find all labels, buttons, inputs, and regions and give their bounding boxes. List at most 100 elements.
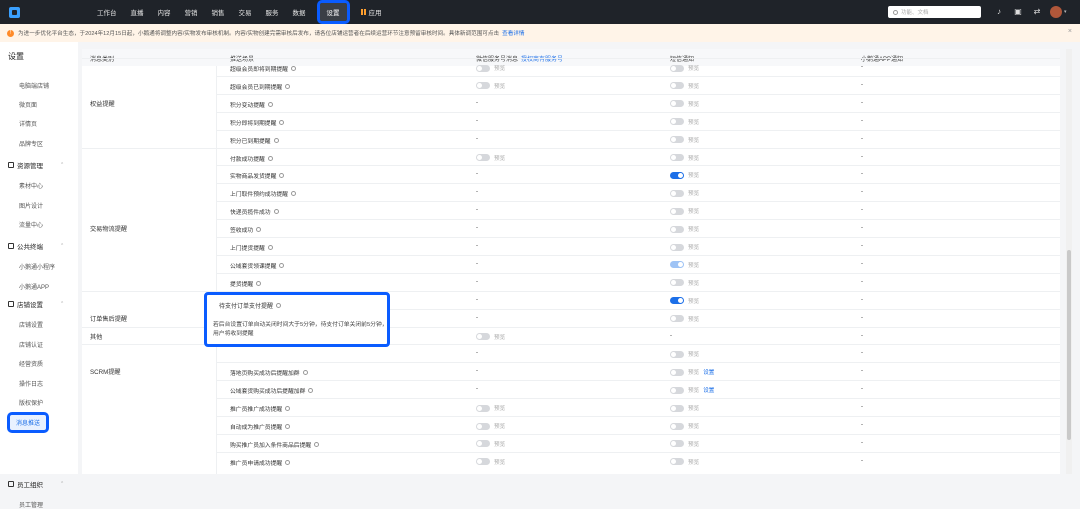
notice-details-link[interactable]: 查看详情 xyxy=(502,31,524,37)
chevron-up-icon[interactable]: ⌃ xyxy=(60,162,64,168)
nav-item[interactable]: 设置 xyxy=(316,0,350,24)
sms-toggle[interactable] xyxy=(670,422,684,430)
settings-link[interactable]: 设置 xyxy=(703,368,714,376)
info-icon[interactable] xyxy=(308,388,314,394)
info-icon[interactable] xyxy=(290,191,296,197)
preview-label[interactable]: 预览 xyxy=(494,404,505,412)
info-icon[interactable] xyxy=(267,155,273,161)
preview-label[interactable]: 预览 xyxy=(688,243,699,251)
preview-label[interactable]: 预览 xyxy=(688,440,699,448)
sms-toggle[interactable] xyxy=(670,225,684,233)
preview-label[interactable]: 预览 xyxy=(688,297,699,305)
wx-toggle[interactable] xyxy=(476,458,490,466)
sms-toggle[interactable] xyxy=(670,118,684,126)
sidebar-item[interactable]: 详情页 xyxy=(19,119,37,128)
info-icon[interactable] xyxy=(285,83,291,89)
sms-toggle[interactable] xyxy=(670,404,684,412)
preview-label[interactable]: 预览 xyxy=(688,279,699,287)
info-icon[interactable] xyxy=(273,209,279,215)
nav-item[interactable]: 数据 xyxy=(293,7,306,17)
info-icon[interactable] xyxy=(290,66,296,71)
info-icon[interactable] xyxy=(279,119,285,125)
sidebar-item[interactable]: 小鹅通APP xyxy=(19,282,49,291)
sidebar-group[interactable]: 公共终端 ⌃ xyxy=(8,241,64,251)
sms-toggle[interactable] xyxy=(670,297,684,305)
sms-toggle[interactable] xyxy=(670,261,684,269)
wx-toggle[interactable] xyxy=(476,82,490,90)
nav-item[interactable]: 销售 xyxy=(212,7,225,17)
chevron-up-icon[interactable]: ⌃ xyxy=(60,243,64,249)
sidebar-item[interactable]: 消息推送 xyxy=(6,411,50,433)
info-icon[interactable] xyxy=(256,280,262,286)
info-icon[interactable] xyxy=(302,370,308,376)
preview-label[interactable]: 预览 xyxy=(688,171,699,179)
sidebar-item[interactable]: 小鹅通小程序 xyxy=(19,262,55,271)
sidebar-item[interactable]: 微页面 xyxy=(19,100,37,109)
chevron-down-icon[interactable]: ▾ xyxy=(1064,9,1067,15)
sidebar-item[interactable]: 品牌专区 xyxy=(19,139,43,148)
preview-label[interactable]: 预览 xyxy=(688,136,699,144)
info-icon[interactable] xyxy=(314,441,320,447)
nav-item[interactable]: 交易 xyxy=(239,7,252,17)
preview-label[interactable]: 预览 xyxy=(494,333,505,341)
sms-toggle[interactable] xyxy=(670,136,684,144)
close-icon[interactable]: × xyxy=(1068,28,1072,35)
info-icon[interactable] xyxy=(273,137,279,143)
sms-toggle[interactable] xyxy=(670,82,684,90)
sms-toggle[interactable] xyxy=(670,243,684,251)
sidebar-group[interactable]: 店铺设置 ⌃ xyxy=(8,299,64,309)
preview-label[interactable]: 预览 xyxy=(688,386,699,394)
wx-toggle[interactable] xyxy=(476,404,490,412)
preview-label[interactable]: 预览 xyxy=(688,100,699,108)
sms-toggle[interactable] xyxy=(670,171,684,179)
sms-toggle[interactable] xyxy=(670,64,684,72)
preview-label[interactable]: 预览 xyxy=(688,118,699,126)
preview-label[interactable]: 预览 xyxy=(688,404,699,412)
sidebar-item[interactable]: 素材中心 xyxy=(19,181,43,190)
calendar-icon[interactable]: ▣ xyxy=(1013,7,1023,17)
preview-label[interactable]: 预览 xyxy=(688,261,699,269)
nav-item-apps[interactable]: 应用 xyxy=(360,7,382,17)
info-icon[interactable] xyxy=(267,101,273,107)
sidebar-item[interactable]: 员工管理 xyxy=(19,500,43,509)
preview-label[interactable]: 预览 xyxy=(688,225,699,233)
info-icon[interactable] xyxy=(285,424,291,429)
settings-link[interactable]: 设置 xyxy=(703,386,714,394)
nav-item[interactable]: 工作台 xyxy=(97,7,117,17)
preview-label[interactable]: 预览 xyxy=(494,440,505,448)
sidebar-item[interactable]: 图片设计 xyxy=(19,201,43,210)
search-input[interactable]: 功能、文档 xyxy=(888,6,981,18)
preview-label[interactable]: 预览 xyxy=(688,422,699,430)
preview-label[interactable]: 预览 xyxy=(494,458,505,466)
preview-label[interactable]: 预览 xyxy=(688,207,699,215)
sms-toggle[interactable] xyxy=(670,189,684,197)
sms-toggle[interactable] xyxy=(670,440,684,448)
preview-label[interactable]: 预览 xyxy=(494,82,505,90)
info-icon[interactable] xyxy=(267,245,273,250)
bell-icon[interactable]: ♪ xyxy=(994,7,1004,17)
info-icon[interactable] xyxy=(279,262,285,268)
preview-label[interactable]: 预览 xyxy=(688,315,699,323)
nav-item[interactable]: 营销 xyxy=(185,7,198,17)
wx-toggle[interactable] xyxy=(476,422,490,430)
sidebar-item[interactable]: 操作日志 xyxy=(19,379,43,388)
preview-label[interactable]: 预览 xyxy=(494,422,505,430)
preview-label[interactable]: 预览 xyxy=(688,154,699,162)
preview-label[interactable]: 预览 xyxy=(688,350,699,358)
nav-item[interactable]: 服务 xyxy=(266,7,279,17)
sidebar-item[interactable]: 版权保护 xyxy=(19,398,43,407)
sidebar-item[interactable]: 店铺设置 xyxy=(19,320,43,329)
sms-toggle[interactable] xyxy=(670,386,684,394)
info-icon[interactable] xyxy=(279,173,285,179)
sms-toggle[interactable] xyxy=(670,279,684,287)
preview-label[interactable]: 预览 xyxy=(688,189,699,197)
switch-icon[interactable]: ⇄ xyxy=(1032,7,1042,17)
sms-toggle[interactable] xyxy=(670,350,684,358)
sms-toggle[interactable] xyxy=(670,100,684,108)
info-icon[interactable] xyxy=(285,459,291,465)
chevron-up-icon[interactable]: ⌃ xyxy=(60,301,64,307)
wx-toggle[interactable] xyxy=(476,333,490,340)
scrollbar-thumb[interactable] xyxy=(1067,250,1071,440)
sidebar-item[interactable]: 流量中心 xyxy=(19,220,43,229)
sms-toggle[interactable] xyxy=(670,368,684,376)
